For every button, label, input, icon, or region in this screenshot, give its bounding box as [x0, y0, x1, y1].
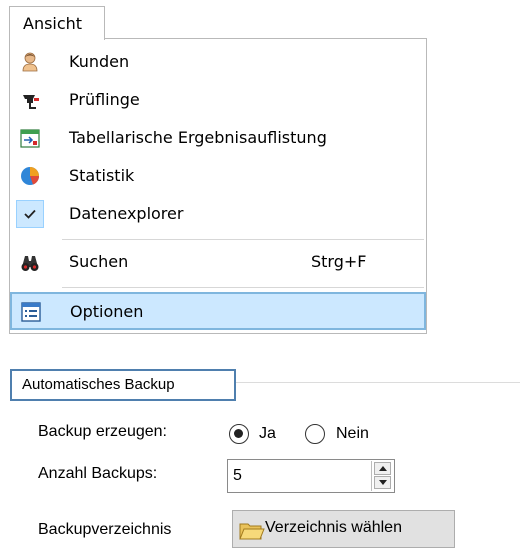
- menu-item-label: Statistik: [69, 166, 135, 185]
- options-list-icon: [21, 302, 41, 322]
- group-title-text: Automatisches Backup: [22, 376, 175, 393]
- menu-item-shortcut: Strg+F: [311, 252, 367, 271]
- spin-up-button[interactable]: [374, 462, 391, 475]
- backup-dir-label: Backupverzeichnis: [38, 521, 172, 538]
- table-calendar-icon: [20, 129, 40, 148]
- checked-indicator: [16, 200, 44, 228]
- group-title-automatisches-backup: Automatisches Backup: [10, 369, 236, 401]
- menu-item-label: Suchen: [69, 252, 129, 271]
- pie-chart-icon: [21, 167, 40, 185]
- group-border: [236, 382, 520, 383]
- ansicht-dropdown: Kunden Prüflinge Tabellarische Ergebnisa…: [9, 38, 427, 334]
- menu-item-pruflinge[interactable]: Prüflinge: [11, 83, 425, 117]
- person-icon: [22, 52, 38, 72]
- menu-ansicht[interactable]: Ansicht: [9, 6, 105, 40]
- menu-separator: [62, 239, 424, 240]
- menu-item-optionen[interactable]: Optionen: [10, 292, 426, 330]
- binoculars-icon: [21, 256, 39, 271]
- spin-down-button[interactable]: [374, 476, 391, 489]
- test-device-icon: [23, 95, 39, 109]
- choose-directory-button[interactable]: Verzeichnis wählen: [232, 510, 455, 548]
- menu-item-tabellarische-ergebnisauflistung[interactable]: Tabellarische Ergebnisauflistung: [11, 121, 425, 155]
- arrow-up-icon: [379, 466, 387, 471]
- radio-selected-dot: [234, 429, 243, 438]
- spin-buttons: [371, 461, 394, 491]
- backup-count-value[interactable]: 5: [233, 467, 242, 485]
- radio-nein-label[interactable]: Nein: [336, 425, 369, 443]
- menu-item-label: Kunden: [69, 52, 130, 71]
- backup-count-stepper[interactable]: 5: [227, 459, 395, 493]
- menu-item-statistik[interactable]: Statistik: [11, 159, 425, 193]
- menu-item-label: Datenexplorer: [69, 204, 184, 223]
- radio-nein[interactable]: [305, 424, 325, 444]
- menu-item-datenexplorer[interactable]: Datenexplorer: [11, 197, 425, 231]
- folder-icon: [239, 523, 265, 540]
- menu-item-suchen[interactable]: Suchen Strg+F: [11, 245, 425, 279]
- choose-directory-label: Verzeichnis wählen: [265, 519, 402, 536]
- backup-create-label: Backup erzeugen:: [38, 423, 167, 440]
- radio-ja[interactable]: [229, 424, 249, 444]
- check-icon: [24, 209, 36, 219]
- menu-title: Ansicht: [23, 14, 83, 33]
- menu-item-label: Prüflinge: [69, 90, 140, 109]
- menu-item-label: Optionen: [70, 302, 144, 321]
- radio-ja-label[interactable]: Ja: [259, 425, 276, 443]
- backup-count-label: Anzahl Backups:: [38, 465, 158, 482]
- menu-item-kunden[interactable]: Kunden: [11, 45, 425, 79]
- menu-item-label: Tabellarische Ergebnisauflistung: [69, 128, 327, 147]
- arrow-down-icon: [379, 480, 387, 485]
- menu-separator: [62, 287, 424, 288]
